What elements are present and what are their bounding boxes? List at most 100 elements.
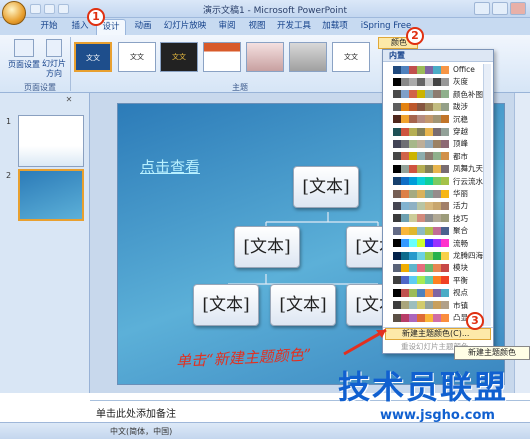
theme-color-row[interactable]: Office bbox=[385, 64, 491, 75]
redo-icon[interactable] bbox=[58, 4, 69, 14]
close-pane-icon[interactable]: ✕ bbox=[64, 95, 74, 105]
color-swatch bbox=[409, 201, 417, 210]
theme-color-name: 跋涉 bbox=[453, 102, 468, 112]
tab-addins[interactable]: 加载项 bbox=[318, 19, 352, 35]
color-swatch bbox=[417, 65, 425, 74]
save-icon[interactable] bbox=[30, 4, 41, 14]
theme-thumb-7[interactable]: 文文 bbox=[332, 42, 370, 72]
dropdown-scrollbar[interactable] bbox=[483, 64, 491, 326]
undo-icon[interactable] bbox=[44, 4, 55, 14]
theme-color-row[interactable]: 凤舞九天 bbox=[385, 163, 491, 174]
color-swatch bbox=[393, 301, 401, 310]
color-swatch bbox=[401, 77, 409, 86]
color-swatch bbox=[425, 276, 433, 285]
color-swatch bbox=[441, 139, 449, 148]
theme-color-row[interactable]: 都市 bbox=[385, 151, 491, 162]
theme-color-row[interactable]: 视点 bbox=[385, 287, 491, 298]
color-swatch bbox=[393, 201, 401, 210]
org-node-bottom-2[interactable]: [文本] bbox=[270, 284, 336, 326]
color-swatch bbox=[417, 90, 425, 99]
theme-color-name: 穿越 bbox=[453, 127, 468, 136]
theme-color-name: 凤舞九天 bbox=[453, 164, 483, 174]
color-swatch bbox=[425, 251, 433, 260]
status-bar: 中文(简体，中国) bbox=[0, 422, 530, 439]
color-swatch bbox=[441, 152, 449, 161]
orientation-button[interactable]: 幻灯片方向 bbox=[40, 59, 68, 79]
color-swatch bbox=[441, 102, 449, 111]
slide-thumbnail-2[interactable] bbox=[18, 169, 84, 221]
theme-color-row[interactable]: 技巧 bbox=[385, 213, 491, 224]
color-swatch bbox=[425, 77, 433, 86]
color-swatch bbox=[385, 139, 393, 148]
color-swatch bbox=[417, 201, 425, 210]
theme-color-row[interactable]: 顶峰 bbox=[385, 138, 491, 149]
tab-slideshow[interactable]: 幻灯片放映 bbox=[160, 19, 210, 35]
slide-thumbnail-1[interactable] bbox=[18, 115, 84, 167]
color-swatch bbox=[441, 301, 449, 310]
theme-color-name: 技巧 bbox=[453, 213, 468, 223]
minimize-button[interactable] bbox=[474, 2, 490, 15]
color-swatch bbox=[409, 115, 417, 124]
theme-color-row[interactable]: 华丽 bbox=[385, 188, 491, 199]
theme-color-name: 华丽 bbox=[453, 189, 468, 198]
color-swatch-strip bbox=[385, 152, 449, 161]
tab-developer[interactable]: 开发工具 bbox=[274, 19, 314, 35]
theme-thumb-5[interactable] bbox=[246, 42, 284, 72]
theme-thumb-2[interactable]: 文文 bbox=[118, 42, 156, 72]
theme-thumb-6[interactable] bbox=[289, 42, 327, 72]
theme-thumb-4[interactable] bbox=[203, 42, 241, 72]
orientation-icon[interactable] bbox=[46, 39, 62, 57]
office-button[interactable] bbox=[2, 1, 26, 25]
close-button[interactable] bbox=[510, 2, 526, 15]
theme-color-name: 都市 bbox=[453, 151, 468, 161]
color-swatch-strip bbox=[385, 263, 449, 272]
step-marker-1: 1 bbox=[87, 8, 105, 26]
color-swatch bbox=[401, 164, 409, 173]
theme-color-row[interactable]: 灰度 bbox=[385, 76, 491, 87]
color-swatch bbox=[401, 301, 409, 310]
theme-color-row[interactable]: 龙腾四海 bbox=[385, 250, 491, 261]
theme-color-row[interactable]: 平衡 bbox=[385, 275, 491, 286]
tab-review[interactable]: 审阅 bbox=[214, 19, 240, 35]
color-swatch bbox=[433, 102, 441, 111]
theme-color-row[interactable]: 活力 bbox=[385, 200, 491, 211]
tab-view[interactable]: 视图 bbox=[244, 19, 270, 35]
theme-color-name: 流畅 bbox=[453, 238, 468, 248]
color-swatch bbox=[441, 276, 449, 285]
theme-color-row[interactable]: 聚合 bbox=[385, 225, 491, 236]
watermark-logo: 技术员联盟 bbox=[338, 368, 509, 406]
color-swatch bbox=[393, 102, 401, 111]
page-setup-icon[interactable] bbox=[14, 39, 34, 57]
theme-colors-dropdown: 内置 Office 灰度 颜色补图 跋涉 沉稳 穿越 顶峰 都市 凤舞九天 行云流水 华丽 活力 技巧聚… bbox=[382, 49, 494, 354]
theme-color-row[interactable]: 颜色补图 bbox=[385, 89, 491, 100]
theme-color-row[interactable]: 市镇 bbox=[385, 300, 491, 311]
theme-color-row[interactable]: 模块 bbox=[385, 262, 491, 273]
page-setup-button[interactable]: 页面设置 bbox=[6, 59, 42, 70]
color-swatch bbox=[441, 263, 449, 272]
tab-home[interactable]: 开始 bbox=[36, 19, 62, 35]
color-swatch bbox=[401, 313, 409, 322]
color-swatch bbox=[401, 177, 409, 186]
slide-number: 1 bbox=[6, 117, 12, 126]
color-swatch bbox=[409, 127, 417, 136]
color-swatch bbox=[417, 177, 425, 186]
org-node-top[interactable]: [文本] bbox=[293, 166, 359, 208]
theme-color-row[interactable]: 穿越 bbox=[385, 126, 491, 137]
theme-color-row[interactable]: 行云流水 bbox=[385, 176, 491, 187]
color-swatch bbox=[425, 189, 433, 198]
org-node-bottom-1[interactable]: [文本] bbox=[193, 284, 259, 326]
color-swatch bbox=[401, 288, 409, 297]
theme-color-row[interactable]: 流畅 bbox=[385, 238, 491, 249]
maximize-button[interactable] bbox=[492, 2, 508, 15]
tab-animation[interactable]: 动画 bbox=[130, 19, 156, 35]
color-swatch bbox=[441, 313, 449, 322]
theme-thumb-1[interactable]: 文文 bbox=[74, 42, 112, 72]
color-swatch bbox=[385, 115, 393, 124]
theme-thumb-3[interactable]: 文文 bbox=[160, 42, 198, 72]
color-swatch bbox=[409, 239, 417, 248]
color-swatch bbox=[409, 313, 417, 322]
org-node-mid-left[interactable]: [文本] bbox=[234, 226, 300, 268]
theme-color-row[interactable]: 沉稳 bbox=[385, 114, 491, 125]
theme-color-row[interactable]: 跋涉 bbox=[385, 101, 491, 112]
color-swatch bbox=[409, 77, 417, 86]
